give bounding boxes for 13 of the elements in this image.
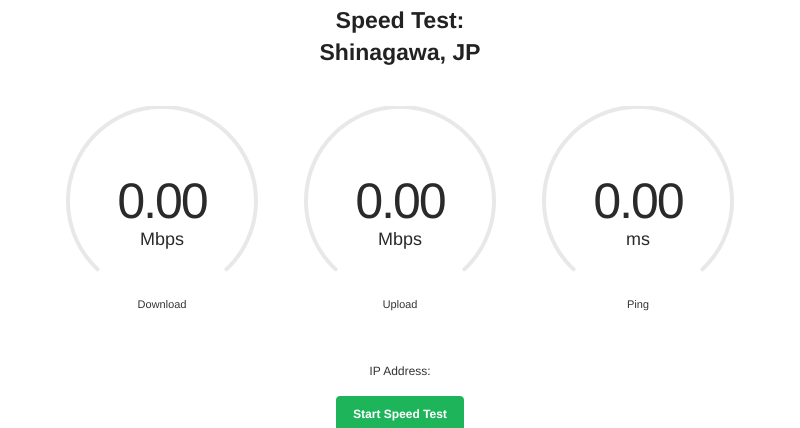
gauge-value: 0.00 bbox=[355, 174, 445, 228]
gauge-value: 0.00 bbox=[593, 174, 683, 228]
start-speed-test-button[interactable]: Start Speed Test bbox=[336, 396, 464, 428]
gauge-unit: Mbps bbox=[140, 228, 184, 250]
gauge-value: 0.00 bbox=[117, 174, 207, 228]
gauge-unit: ms bbox=[626, 228, 650, 250]
gauge-label: Download bbox=[138, 298, 186, 313]
page-title: Speed Test: bbox=[336, 6, 464, 35]
gauge-unit: Mbps bbox=[378, 228, 422, 250]
gauge-label: Upload bbox=[382, 298, 418, 313]
gauge-label: Ping bbox=[626, 298, 650, 313]
page-title: Shinagawa, JP bbox=[319, 38, 481, 67]
ip-address-label: IP Address: bbox=[369, 362, 431, 380]
